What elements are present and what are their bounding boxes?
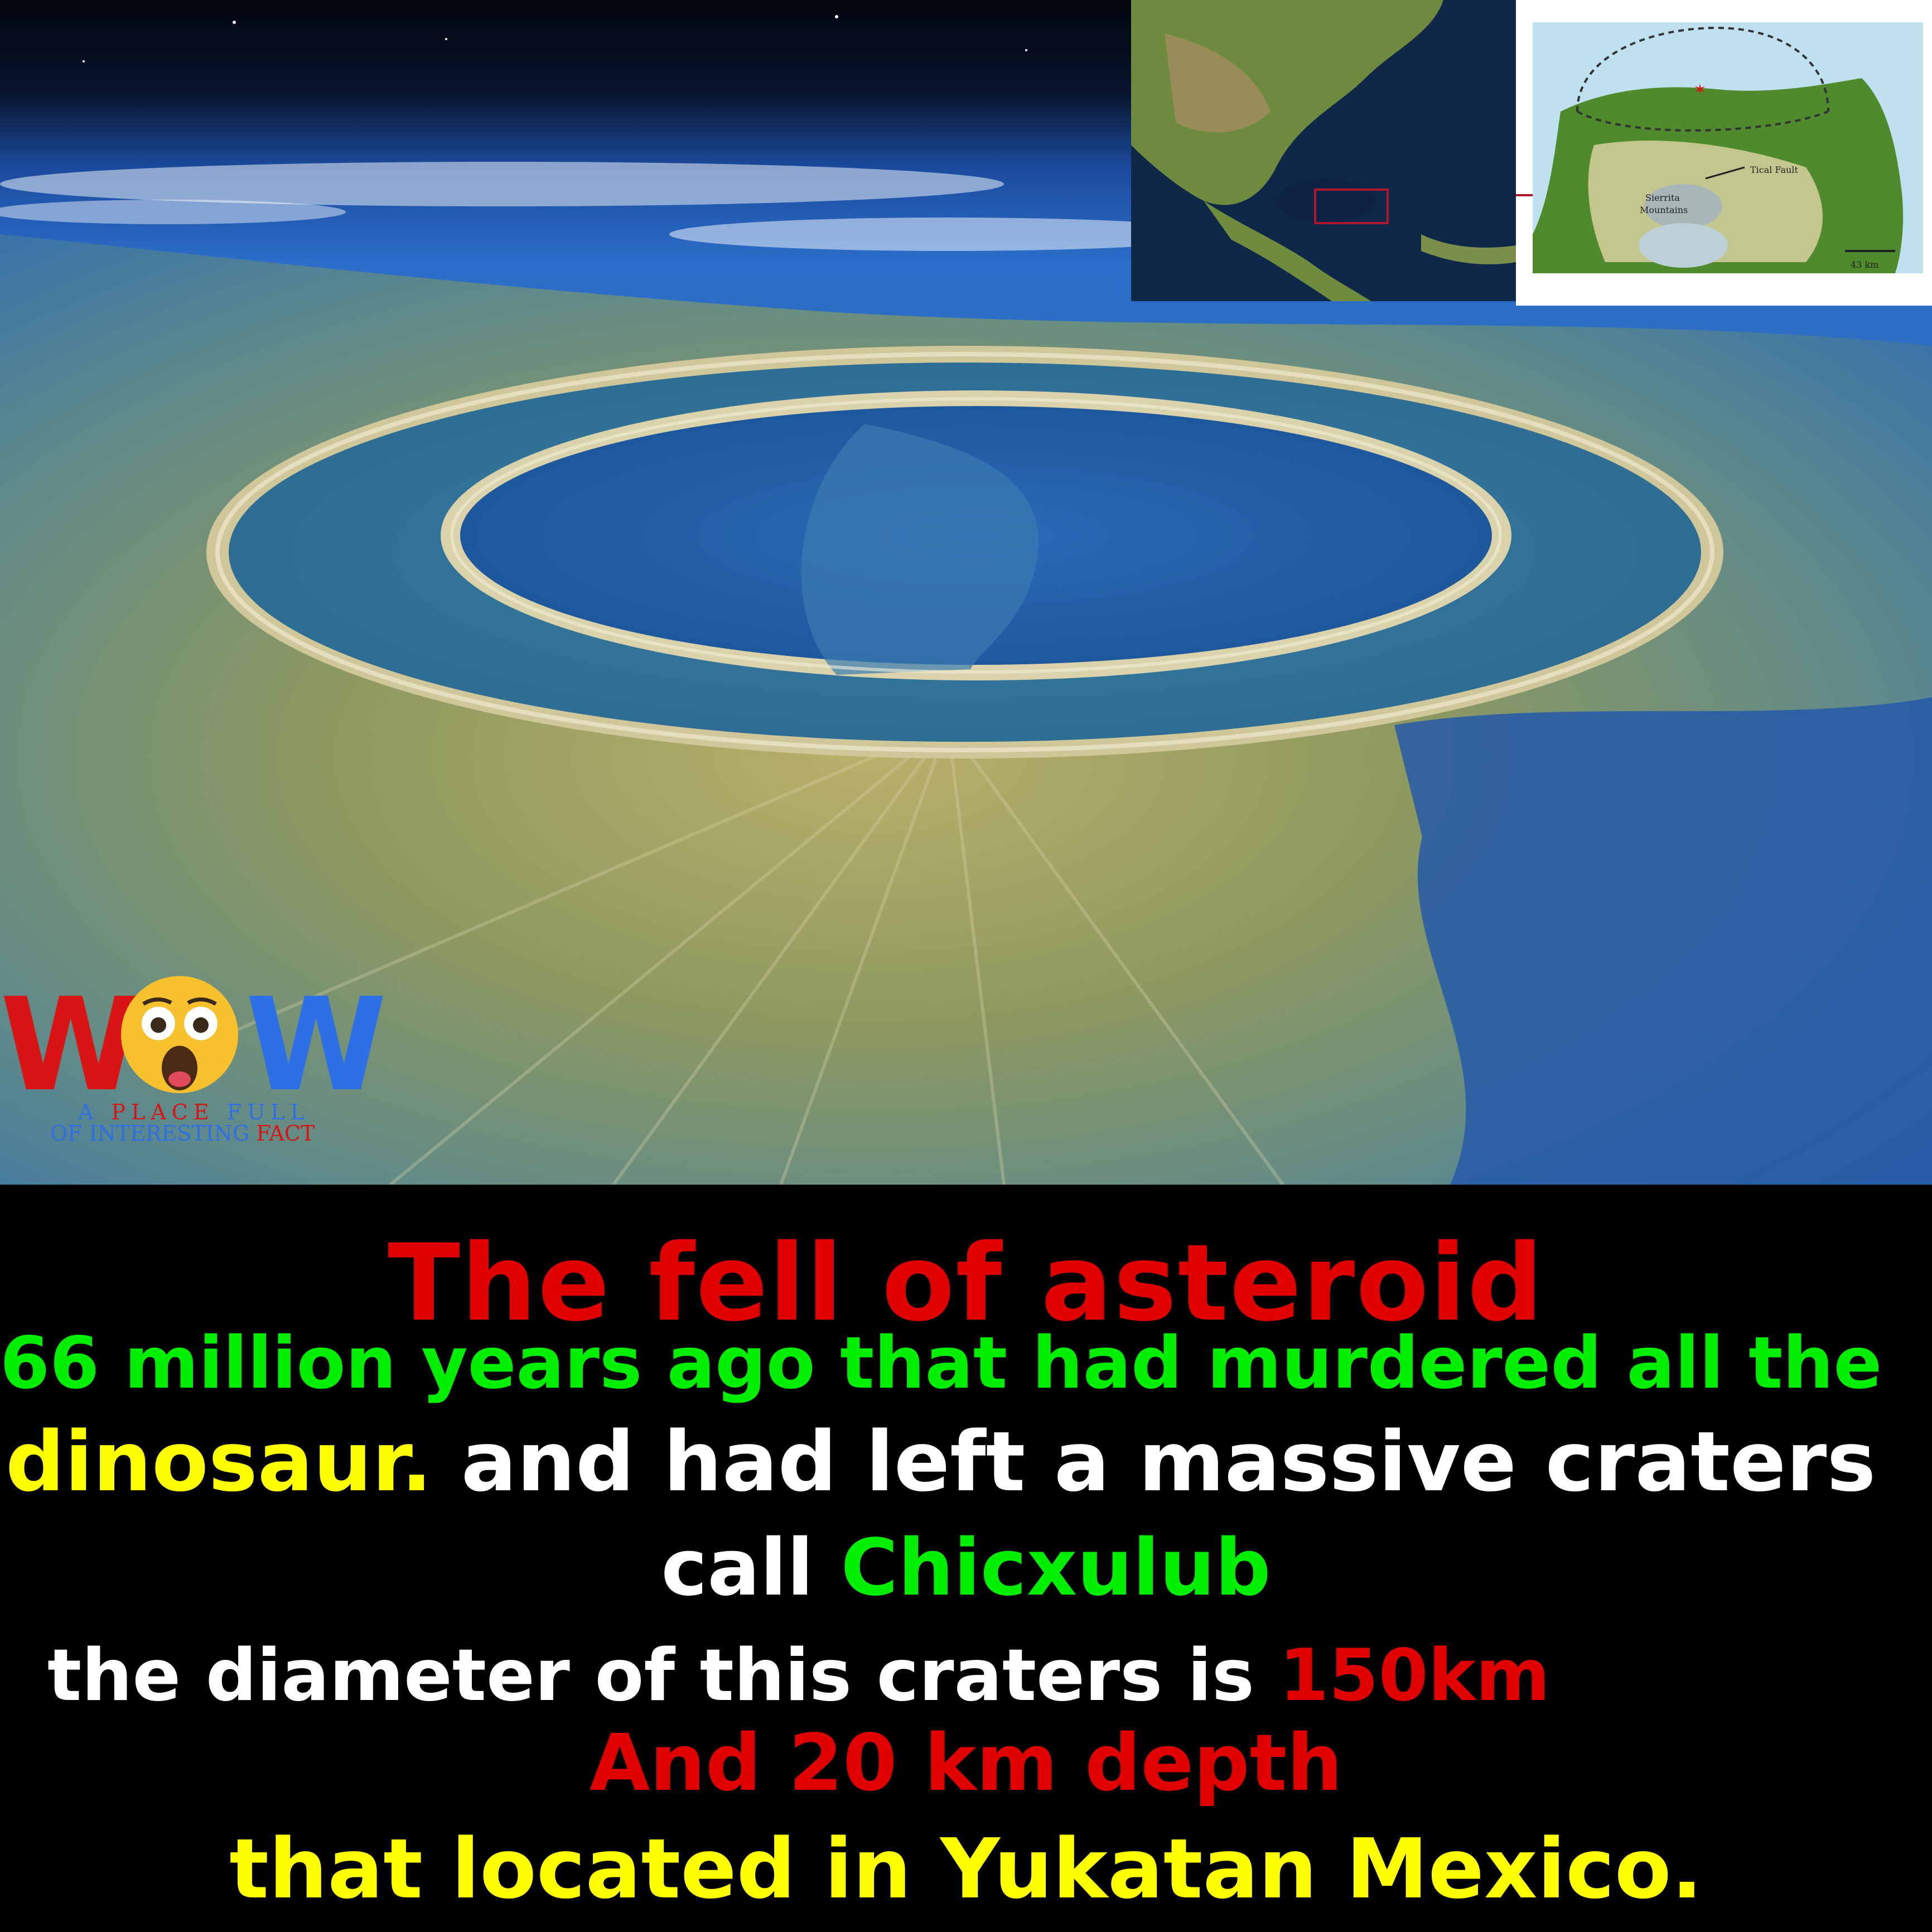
yucatan-inset-map: ✶ Tical Fault Sierrita Mountains 43 km bbox=[1516, 0, 1932, 306]
caption-diameter: the diameter of this craters is bbox=[47, 1634, 1279, 1717]
caption-line-4: call Chicxulub bbox=[0, 1523, 1932, 1614]
mountains-label: Mountains bbox=[1640, 205, 1688, 215]
logo-letter-w-left: W bbox=[0, 971, 142, 1120]
caption-call: call bbox=[661, 1523, 841, 1614]
caption-150km: 150km bbox=[1279, 1634, 1551, 1717]
caption-chicxulub: Chicxulub bbox=[841, 1523, 1271, 1614]
sierrita-label: Sierrita bbox=[1645, 192, 1680, 203]
tagline-word-interesting: OF INTERESTING bbox=[50, 1121, 250, 1146]
tical-fault-label: Tical Fault bbox=[1750, 165, 1798, 175]
scale-label: 43 km bbox=[1851, 259, 1878, 270]
caption-dinosaur: dinosaur. bbox=[6, 1414, 433, 1510]
caption-massive-craters: and had left a massive craters bbox=[432, 1414, 1876, 1510]
caption-line-2: 66 million years ago that had murdered a… bbox=[0, 1322, 1882, 1405]
north-america-inset-map bbox=[1131, 0, 1516, 301]
caption-line-3: dinosaur. and had left a massive craters bbox=[6, 1414, 1932, 1510]
caption-depth: And 20 km depth bbox=[589, 1718, 1343, 1809]
logo-letter-w-right: W bbox=[245, 971, 387, 1120]
caption-location: that located in Yukatan Mexico. bbox=[229, 1821, 1703, 1917]
crater-illustration: ✶ Tical Fault Sierrita Mountains 43 km W bbox=[0, 0, 1932, 1185]
wow-logo: W W A PLACE FULL OF INTERESTING FACT bbox=[0, 970, 387, 1155]
logo-tagline-2: OF INTERESTING FACT bbox=[50, 1121, 315, 1146]
svg-text:✶: ✶ bbox=[1693, 80, 1706, 99]
astonished-face-icon bbox=[118, 970, 241, 1099]
yucatan-map: ✶ Tical Fault Sierrita Mountains 43 km bbox=[1516, 0, 1932, 306]
north-america-map bbox=[1131, 0, 1516, 301]
caption-line-5: the diameter of this craters is 150km bbox=[47, 1634, 1932, 1717]
tagline-word-fact: FACT bbox=[256, 1121, 315, 1146]
